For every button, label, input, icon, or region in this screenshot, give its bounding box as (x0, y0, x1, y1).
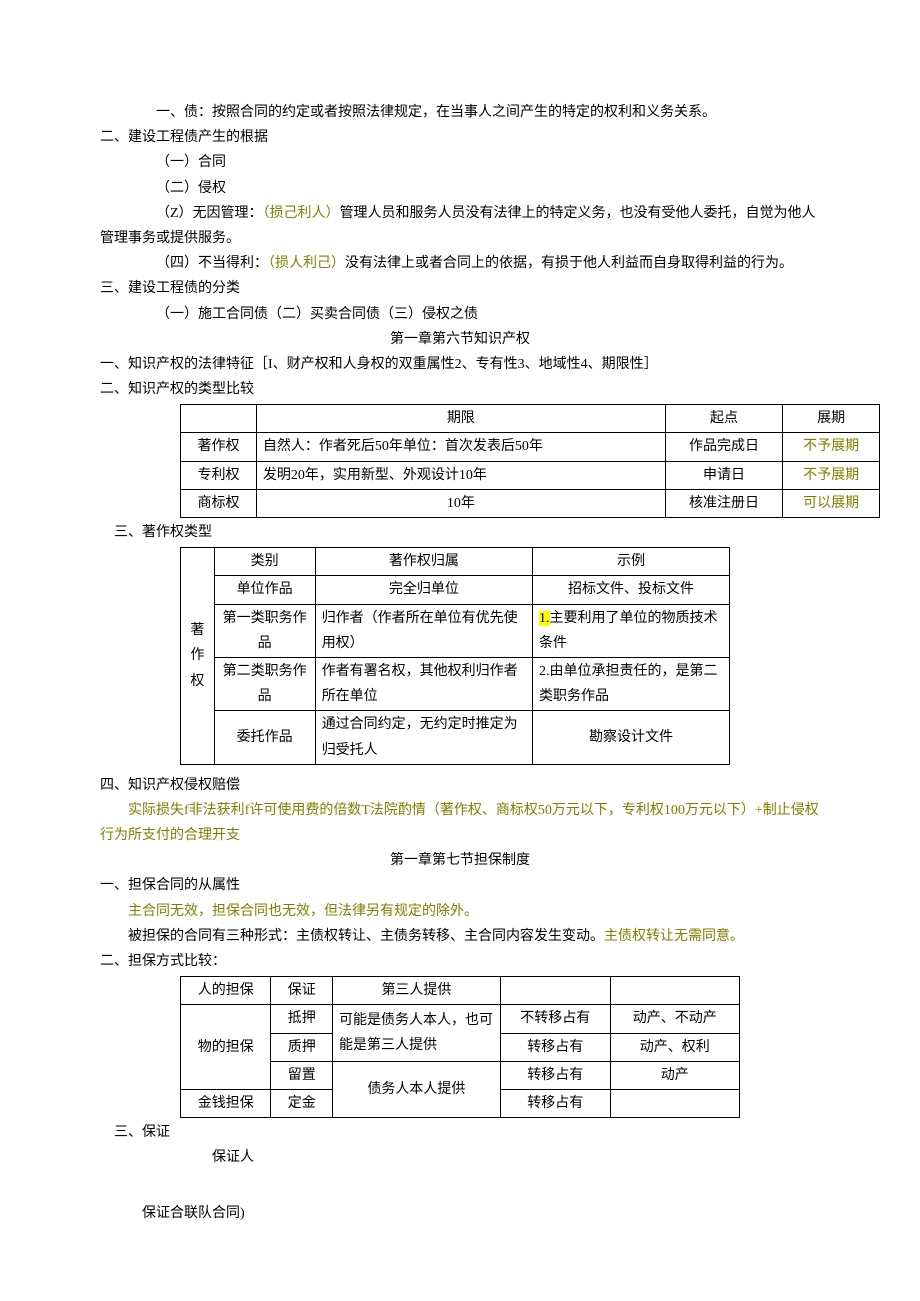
cell: 通过合同约定，无约定时推定为归受托人 (315, 711, 532, 764)
text-olive: 主债权转让无需同意。 (604, 929, 744, 944)
cell: 动产、不动产 (610, 1005, 739, 1033)
cell: 示例 (533, 548, 730, 576)
cell: 金钱担保 (181, 1089, 271, 1117)
cell: 作品完成日 (665, 433, 783, 461)
cell: 物的担保 (181, 1005, 271, 1090)
cell (610, 1089, 739, 1117)
text: （Z）无因管理： (156, 206, 263, 221)
para-basis-heading: 二、建设工程债产生的根据 (100, 125, 820, 150)
para-debt-definition: 一、债：按照合同的约定或者按照法律规定，在当事人之间产生的特定的权利和义务关系。 (100, 100, 820, 125)
para-ip-compare-heading: 二、知识产权的类型比较 (100, 377, 820, 402)
cell (181, 405, 257, 433)
cell: 自然人：作者死后50年单位：首次发表后50年 (256, 433, 665, 461)
cell: 不予展期 (783, 461, 880, 489)
cell: 第一类职务作品 (214, 604, 315, 657)
cell: 留置 (271, 1061, 333, 1089)
cell: 商标权 (181, 489, 257, 517)
para-baozhengren: 保证人 (100, 1145, 820, 1170)
text: 没有法律上或者合同上的依据，有损于他人利益而自身取得利益的行为。 (345, 256, 793, 271)
cell: 动产 (610, 1061, 739, 1089)
cell (500, 977, 610, 1005)
table-copyright-types: 著作权 类别 著作权归属 示例 单位作品 完全归单位 招标文件、投标文件 第一类… (180, 547, 730, 765)
cell: 人的担保 (181, 977, 271, 1005)
para-debt-types: （一）施工合同债（二）买卖合同债（三）侵权之债 (100, 302, 820, 327)
cell: 2.由单位承担责任的，是第二类职务作品 (533, 657, 730, 710)
cell: 作者有署名权，其他权利归作者所在单位 (315, 657, 532, 710)
text: （四）不当得利： (156, 256, 268, 271)
cell: 起点 (665, 405, 783, 433)
cell (610, 977, 739, 1005)
cell: 勘察设计文件 (533, 711, 730, 764)
cell: 转移占有 (500, 1061, 610, 1089)
cell: 不予展期 (783, 433, 880, 461)
para-guarantee-sub-heading: 一、担保合同的从属性 (100, 873, 820, 898)
cell: 可能是债务人本人，也可能是第三人提供 (333, 1005, 501, 1061)
text-olive: （损人利己） (268, 256, 345, 271)
para-ip-infringement: 实际损失f非法获利f许可使用费的倍数T法院酌情（著作权、商标权50万元以下，专利… (100, 798, 820, 848)
cell: 申请日 (665, 461, 783, 489)
para-basis-3: （Z）无因管理：（损己利人）管理人员和服务人员没有法律上的特定义务，也没有受他人… (100, 201, 820, 251)
cell: 单位作品 (214, 576, 315, 604)
cell: 核准注册日 (665, 489, 783, 517)
text-olive: （损己利人） (263, 206, 340, 221)
section-7-title: 第一章第七节担保制度 (100, 848, 820, 873)
table-guarantee-compare: 人的担保 保证 第三人提供 物的担保 抵押 可能是债务人本人，也可能是第三人提供… (180, 976, 740, 1118)
para-guarantee-invalid: 主合同无效，担保合同也无效，但法律另有规定的除外。 (100, 899, 820, 924)
cell: 质押 (271, 1033, 333, 1061)
cell: 不转移占有 (500, 1005, 610, 1033)
cell: 类别 (214, 548, 315, 576)
para-basis-4: （四）不当得利：（损人利己）没有法律上或者合同上的依据，有损于他人利益而自身取得… (100, 251, 820, 276)
para-ip-infringement-heading: 四、知识产权侵权赔偿 (100, 773, 820, 798)
cell: 动产、权利 (610, 1033, 739, 1061)
cell: 10年 (256, 489, 665, 517)
cell: 发明20年，实用新型、外观设计10年 (256, 461, 665, 489)
table-ip-compare: 期限 起点 展期 著作权 自然人：作者死后50年单位：首次发表后50年 作品完成… (180, 404, 880, 518)
cell: 抵押 (271, 1005, 333, 1033)
cell: 定金 (271, 1089, 333, 1117)
para-guarantee-compare-heading: 二、担保方式比较： (100, 949, 820, 974)
para-baozheng-contract: 保证合联队合同) (100, 1201, 820, 1226)
cell: 著作权归属 (315, 548, 532, 576)
cell: 保证 (271, 977, 333, 1005)
text: 主要利用了单位的物质技术条件 (539, 611, 718, 651)
para-baozheng-heading: 三、保证 (100, 1120, 820, 1145)
cell: 完全归单位 (315, 576, 532, 604)
cell: 1.主要利用了单位的物质技术条件 (533, 604, 730, 657)
para-debt-types-heading: 三、建设工程债的分类 (100, 276, 820, 301)
cell: 招标文件、投标文件 (533, 576, 730, 604)
cell: 专利权 (181, 461, 257, 489)
cell: 第二类职务作品 (214, 657, 315, 710)
cell: 著作权 (181, 433, 257, 461)
cell: 转移占有 (500, 1033, 610, 1061)
cell: 归作者（作者所在单位有优先使用权） (315, 604, 532, 657)
highlight: 1. (539, 611, 550, 626)
para-guarantee-forms: 被担保的合同有三种形式：主债权转让、主债务转移、主合同内容发生变动。主债权转让无… (100, 924, 820, 949)
para-copyright-types-heading: 三、著作权类型 (100, 520, 820, 545)
para-basis-2: （二）侵权 (100, 176, 820, 201)
cell: 展期 (783, 405, 880, 433)
section-6-title: 第一章第六节知识产权 (100, 327, 820, 352)
cell: 委托作品 (214, 711, 315, 764)
para-basis-1: （一）合同 (100, 150, 820, 175)
text: 被担保的合同有三种形式：主债权转让、主债务转移、主合同内容发生变动。 (128, 929, 604, 944)
cell: 期限 (256, 405, 665, 433)
cell-side: 著作权 (181, 548, 215, 765)
cell: 转移占有 (500, 1089, 610, 1117)
cell: 可以展期 (783, 489, 880, 517)
para-ip-features: 一、知识产权的法律特征［I、财产权和人身权的双重属性2、专有性3、地域性4、期限… (100, 352, 820, 377)
cell: 第三人提供 (333, 977, 501, 1005)
cell: 债务人本人提供 (333, 1061, 501, 1117)
